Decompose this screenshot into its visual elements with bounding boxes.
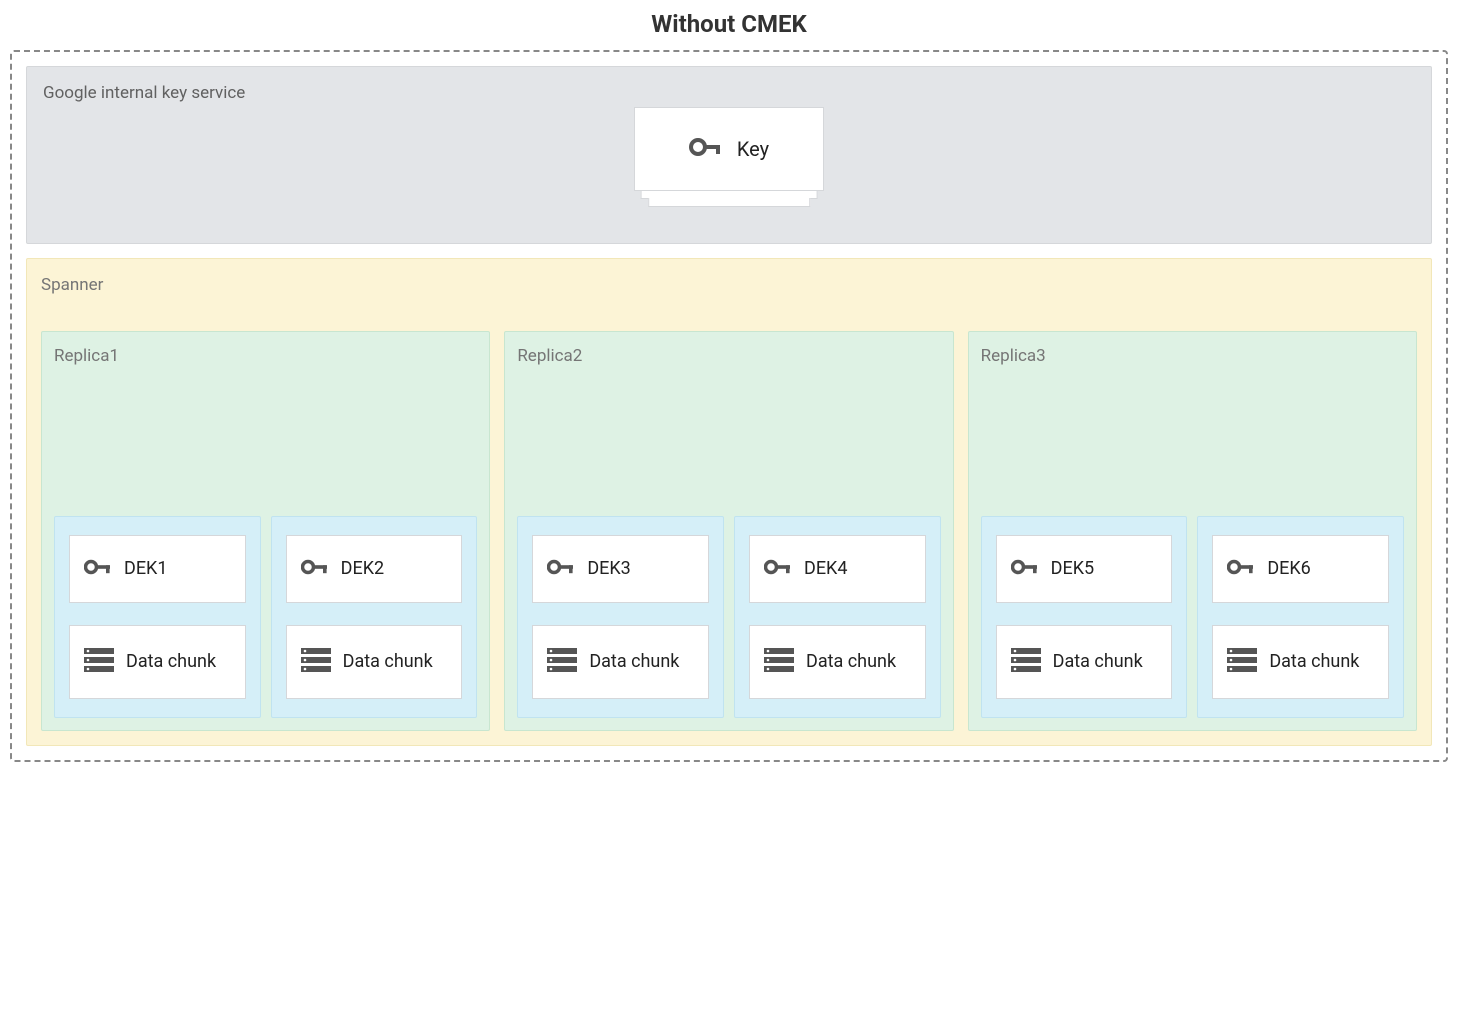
- chunks-row: DEK1 Data chunk: [54, 516, 477, 718]
- key-icon: [1227, 558, 1255, 580]
- dek-label: DEK6: [1267, 558, 1310, 580]
- storage-icon: [1011, 648, 1041, 676]
- data-chunk-label: Data chunk: [1269, 651, 1359, 673]
- replica-box: Replica1 DEK1 Data: [41, 331, 490, 731]
- storage-icon: [1227, 648, 1257, 676]
- dek-card: DEK2: [286, 535, 463, 603]
- dek-card: DEK4: [749, 535, 926, 603]
- key-card: Key: [634, 107, 824, 191]
- storage-icon: [547, 648, 577, 676]
- dek-card: DEK5: [996, 535, 1173, 603]
- data-chunk-card: Data chunk: [532, 625, 709, 699]
- chunk-column: DEK5 Data chunk: [981, 516, 1188, 718]
- replica-label: Replica2: [517, 346, 940, 366]
- key-card-stack: Key: [634, 107, 824, 191]
- key-service-box: Google internal key service Key: [26, 66, 1432, 244]
- key-icon: [764, 558, 792, 580]
- data-chunk-card: Data chunk: [1212, 625, 1389, 699]
- chunks-row: DEK5 Data chunk: [981, 516, 1404, 718]
- dek-label: DEK2: [341, 558, 384, 580]
- dek-label: DEK4: [804, 558, 847, 580]
- chunk-column: DEK3 Data chunk: [517, 516, 724, 718]
- storage-icon: [764, 648, 794, 676]
- key-icon: [84, 558, 112, 580]
- replica-box: Replica3 DEK5 Data: [968, 331, 1417, 731]
- data-chunk-card: Data chunk: [749, 625, 926, 699]
- spanner-box: Spanner Replica1 DEK1: [26, 258, 1432, 746]
- data-chunk-label: Data chunk: [589, 651, 679, 673]
- key-icon: [301, 558, 329, 580]
- replica-box: Replica2 DEK3 Data: [504, 331, 953, 731]
- chunks-row: DEK3 Data chunk: [517, 516, 940, 718]
- key-icon: [689, 136, 723, 162]
- dek-card: DEK3: [532, 535, 709, 603]
- storage-icon: [301, 648, 331, 676]
- replica-label: Replica1: [54, 346, 477, 366]
- chunk-column: DEK1 Data chunk: [54, 516, 261, 718]
- dek-card: DEK6: [1212, 535, 1389, 603]
- dek-card: DEK1: [69, 535, 246, 603]
- chunk-column: DEK2 Data chunk: [271, 516, 478, 718]
- storage-icon: [84, 648, 114, 676]
- key-icon: [547, 558, 575, 580]
- data-chunk-card: Data chunk: [286, 625, 463, 699]
- dek-label: DEK1: [124, 558, 167, 580]
- data-chunk-card: Data chunk: [996, 625, 1173, 699]
- key-label: Key: [737, 137, 769, 161]
- data-chunk-card: Data chunk: [69, 625, 246, 699]
- data-chunk-label: Data chunk: [806, 651, 896, 673]
- spanner-label: Spanner: [41, 275, 1417, 295]
- diagram-title: Without CMEK: [10, 10, 1448, 38]
- chunk-column: DEK6 Data chunk: [1197, 516, 1404, 718]
- data-chunk-label: Data chunk: [343, 651, 433, 673]
- key-service-label: Google internal key service: [43, 83, 1415, 103]
- replicas-row: Replica1 DEK1 Data: [41, 331, 1417, 731]
- key-icon: [1011, 558, 1039, 580]
- dek-label: DEK5: [1051, 558, 1094, 580]
- chunk-column: DEK4 Data chunk: [734, 516, 941, 718]
- data-chunk-label: Data chunk: [126, 651, 216, 673]
- dek-label: DEK3: [587, 558, 630, 580]
- data-chunk-label: Data chunk: [1053, 651, 1143, 673]
- replica-label: Replica3: [981, 346, 1404, 366]
- diagram-outer-container: Google internal key service Key Spanner: [10, 50, 1448, 762]
